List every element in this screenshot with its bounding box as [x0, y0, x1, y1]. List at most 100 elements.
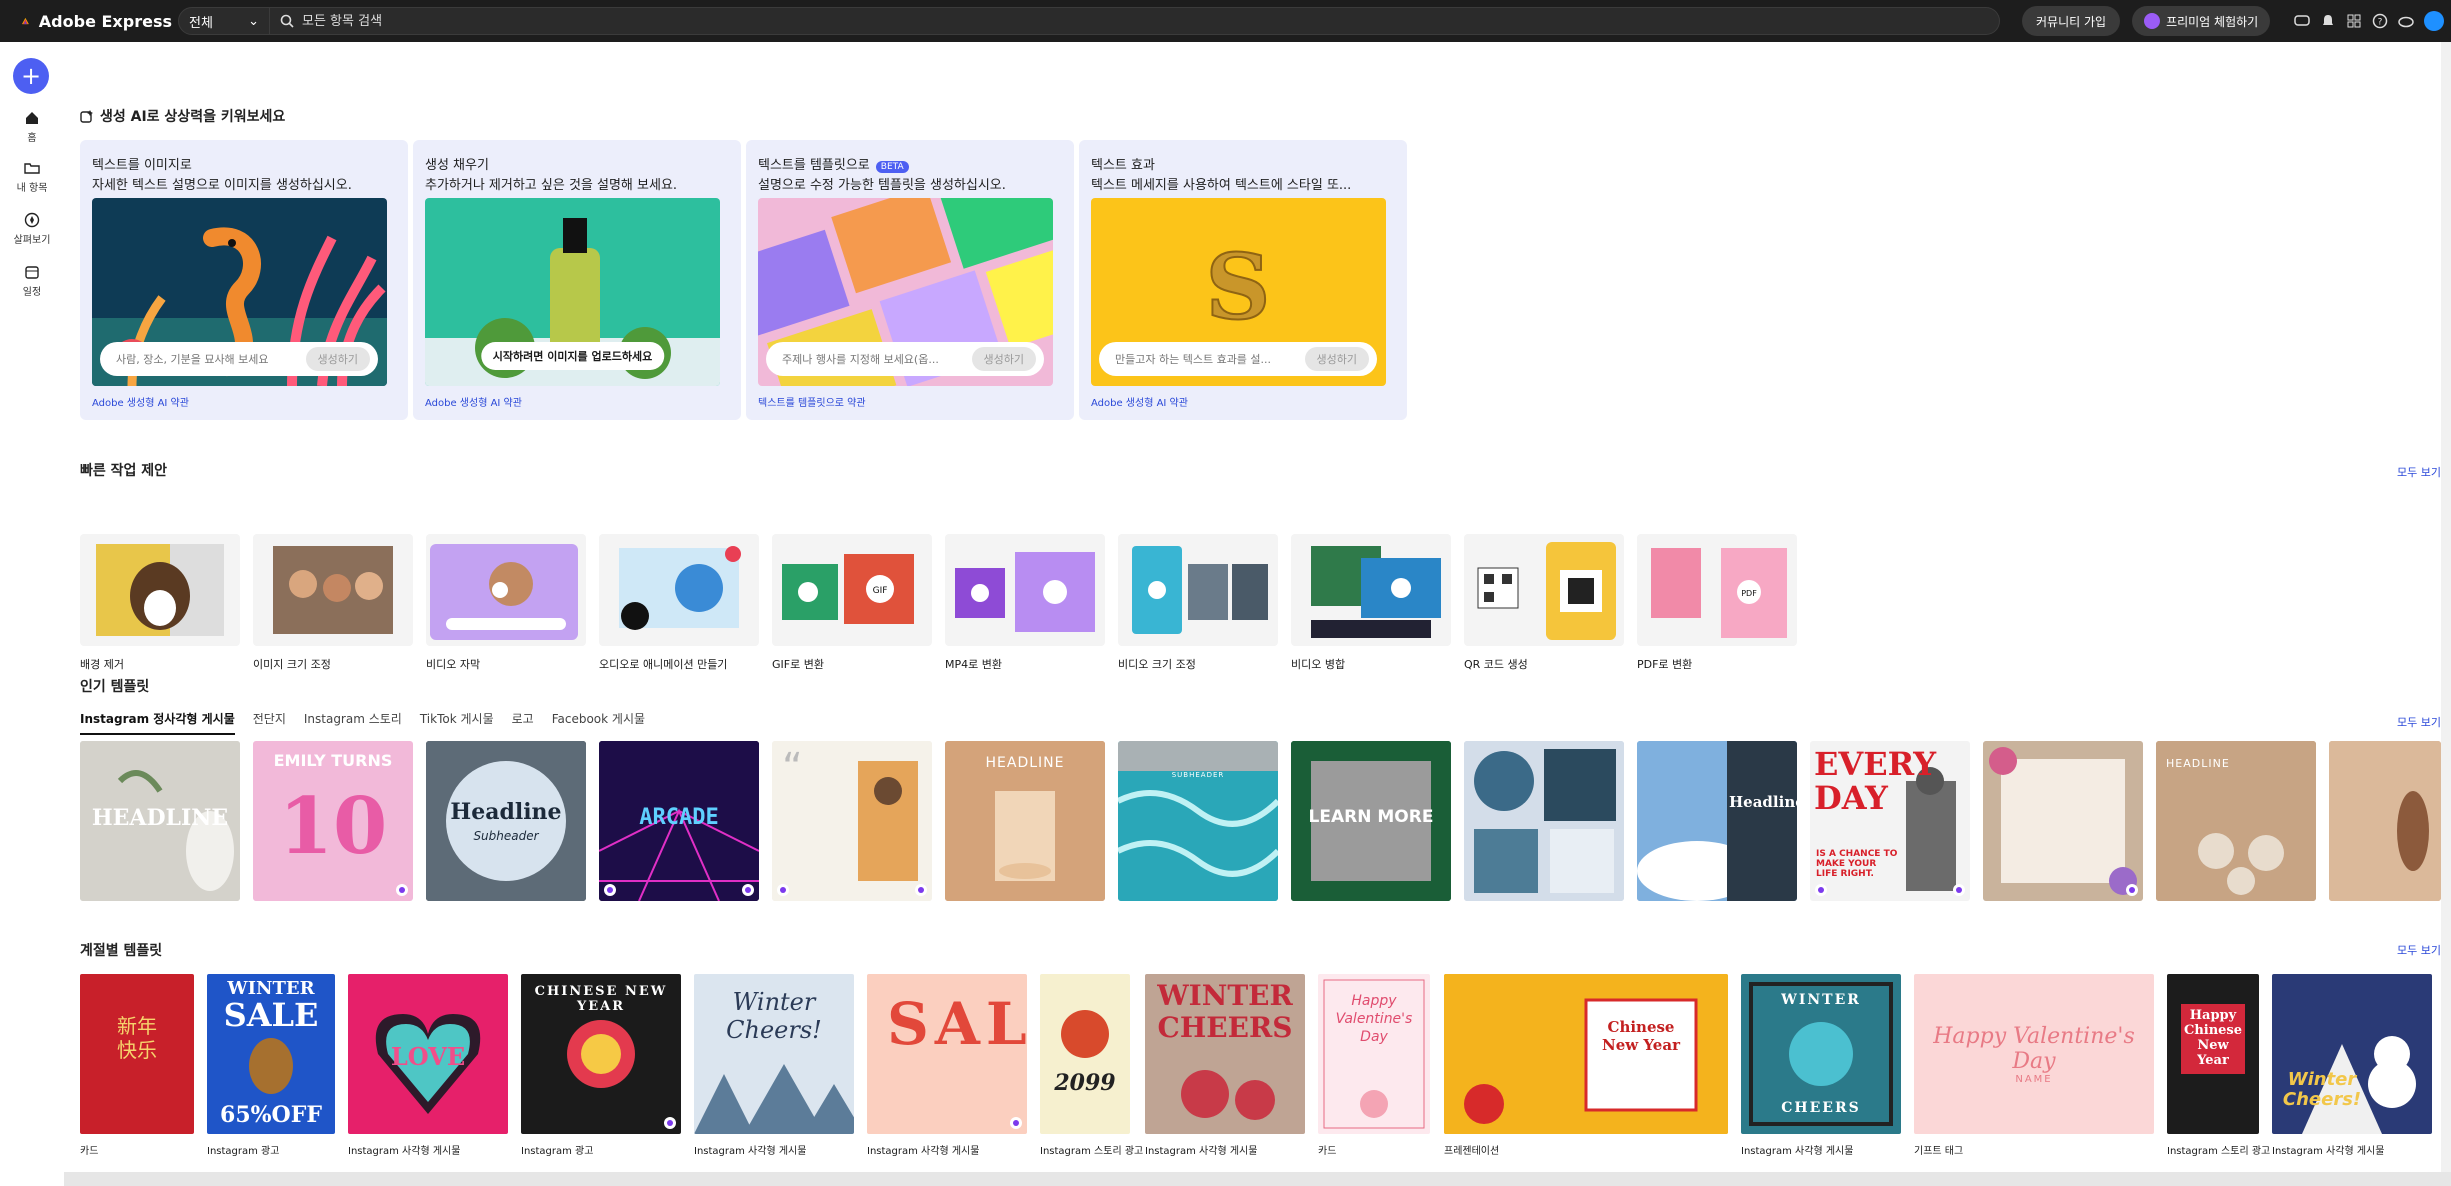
- template-card[interactable]: HEADLINE: [945, 741, 1105, 901]
- horizontal-scrollbar[interactable]: [64, 1172, 2451, 1186]
- template-card[interactable]: Winter Cheers!: [2272, 974, 2432, 1134]
- template-text: Winter Cheers!: [2282, 1069, 2362, 1110]
- generate-button[interactable]: 생성하기: [1304, 347, 1369, 371]
- generate-button[interactable]: 생성하기: [305, 347, 370, 371]
- quick-action-video-captions[interactable]: 비디오 자막: [426, 534, 586, 672]
- seasonal-see-all-link[interactable]: 모두 보기: [2397, 942, 2441, 958]
- app-logo[interactable]: Adobe Express: [22, 11, 172, 31]
- template-card[interactable]: Headline: [1637, 741, 1797, 901]
- template-label: Instagram 사각형 게시물: [1145, 1146, 1258, 1157]
- tab-facebook-post[interactable]: Facebook 게시물: [552, 710, 645, 735]
- search-input[interactable]: [302, 13, 1902, 29]
- rail-item-discover[interactable]: 살펴보기: [0, 212, 64, 246]
- template-card[interactable]: Happy Valentine's Day: [1318, 974, 1430, 1134]
- template-text: 65%OFF: [220, 1102, 322, 1128]
- template-card[interactable]: LEARN MORE: [1291, 741, 1451, 901]
- tab-logo[interactable]: 로고: [512, 710, 534, 735]
- template-card[interactable]: Happy Chinese New Year: [2167, 974, 2259, 1134]
- rail-item-schedule[interactable]: 일정: [0, 264, 64, 298]
- rail-item-home[interactable]: 홈: [0, 110, 64, 144]
- try-premium-button[interactable]: 프리미엄 체험하기: [2132, 6, 2271, 36]
- chevron-down-icon: ⌄: [248, 13, 259, 29]
- ai-card-text-to-image[interactable]: 텍스트를 이미지로 자세한 텍스트 설명으로 이미지를 생성하십시오. 사람, …: [80, 140, 408, 420]
- template-text: 新年快乐: [117, 1014, 157, 1062]
- template-card[interactable]: 2099: [1040, 974, 1130, 1134]
- template-card[interactable]: WINTER SALE 65%OFF: [207, 974, 335, 1134]
- help-icon[interactable]: ?: [2372, 13, 2388, 29]
- generate-button[interactable]: 생성하기: [971, 347, 1036, 371]
- bell-icon[interactable]: [2320, 13, 2336, 29]
- quick-action-generate-qr[interactable]: QR 코드 생성: [1464, 534, 1624, 672]
- quick-actions-see-all-link[interactable]: 모두 보기: [2397, 464, 2441, 480]
- premium-badge-icon: [1953, 884, 1965, 896]
- template-card[interactable]: 新年快乐: [80, 974, 194, 1134]
- ai-card-text-to-template[interactable]: 텍스트를 템플릿으로 BETA 설명으로 수정 가능한 템플릿을 생성하십시오. …: [746, 140, 1074, 420]
- animated-badge-icon: [777, 884, 789, 896]
- quick-action-resize-video[interactable]: 비디오 크기 조정: [1118, 534, 1278, 672]
- template-card[interactable]: EVERY DAY IS A CHANCE TO MAKE YOUR LIFE …: [1810, 741, 1970, 901]
- template-card[interactable]: Chinese New Year: [1444, 974, 1728, 1134]
- join-community-button[interactable]: 커뮤니티 가입: [2022, 6, 2121, 36]
- template-card[interactable]: SUBHEADER: [1118, 741, 1278, 901]
- quick-action-convert-to-mp4[interactable]: MP4로 변환: [945, 534, 1105, 672]
- quick-action-resize-image[interactable]: 이미지 크기 조정: [253, 534, 413, 672]
- template-card[interactable]: WINTER CHEERS: [1741, 974, 1901, 1134]
- template-card[interactable]: [2329, 741, 2441, 901]
- search-bar[interactable]: [270, 7, 2000, 35]
- vertical-scrollbar[interactable]: [2441, 42, 2451, 1172]
- template-card[interactable]: CHINESE NEW YEAR: [521, 974, 681, 1134]
- popular-see-all-link[interactable]: 모두 보기: [2397, 714, 2441, 730]
- template-label: Instagram 사각형 게시물: [1741, 1146, 1854, 1157]
- svg-text:S: S: [1206, 234, 1271, 340]
- terms-link[interactable]: Adobe 생성형 AI 약관: [425, 394, 522, 409]
- search-icon: [280, 14, 294, 28]
- template-card[interactable]: [1983, 741, 2143, 901]
- rail-item-my-stuff[interactable]: 내 항목: [0, 160, 64, 194]
- quick-action-merge-videos[interactable]: 비디오 병합: [1291, 534, 1451, 672]
- tab-tiktok-post[interactable]: TikTok 게시물: [420, 710, 494, 735]
- template-card[interactable]: “: [772, 741, 932, 901]
- quick-action-remove-background[interactable]: 배경 제거: [80, 534, 240, 672]
- template-card[interactable]: [1464, 741, 1624, 901]
- ai-prompt-placeholder: 주제나 행사를 지정해 보세요(옵...: [782, 353, 939, 366]
- terms-link[interactable]: Adobe 생성형 AI 약관: [92, 394, 189, 409]
- ai-card-generative-fill[interactable]: 생성 채우기 추가하거나 제거하고 싶은 것을 설명해 보세요. 시작하려면 이…: [413, 140, 741, 420]
- apps-grid-icon[interactable]: [2346, 13, 2362, 29]
- template-card[interactable]: EMILY TURNS 10: [253, 741, 413, 901]
- chat-icon[interactable]: [2294, 13, 2310, 29]
- calendar-icon: [25, 266, 39, 279]
- terms-link[interactable]: 텍스트를 템플릿으로 약관: [758, 394, 866, 409]
- template-card[interactable]: LOVE: [348, 974, 508, 1134]
- quick-action-label: 비디오 병합: [1291, 658, 1346, 671]
- ai-prompt-input[interactable]: 사람, 장소, 기분을 묘사해 보세요 생성하기: [100, 342, 378, 376]
- tab-instagram-square[interactable]: Instagram 정사각형 게시물: [80, 710, 235, 735]
- template-card[interactable]: SALE: [867, 974, 1027, 1134]
- avatar[interactable]: [2424, 11, 2445, 31]
- ai-prompt-input[interactable]: 만들고자 하는 텍스트 효과를 설... 생성하기: [1099, 342, 1377, 376]
- quick-action-convert-to-pdf[interactable]: PDF PDF로 변환: [1637, 534, 1797, 672]
- template-label: 카드: [1318, 1146, 1337, 1157]
- ai-card-text-effects[interactable]: 텍스트 효과 텍스트 메세지를 사용하여 텍스트에 스타일 또... S 만들고…: [1079, 140, 1407, 420]
- template-card[interactable]: Winter Cheers!: [694, 974, 854, 1134]
- terms-link[interactable]: Adobe 생성형 AI 약관: [1091, 394, 1188, 409]
- upload-image-button[interactable]: 시작하려면 이미지를 업로드하세요: [480, 342, 665, 370]
- beta-badge: BETA: [875, 161, 909, 173]
- template-card[interactable]: WINTER CHEERS: [1145, 974, 1305, 1134]
- tab-instagram-story[interactable]: Instagram 스토리: [304, 710, 402, 735]
- create-new-button[interactable]: +: [13, 58, 49, 94]
- quick-action-convert-to-gif[interactable]: GIF GIF로 변환: [772, 534, 932, 672]
- tab-flyer[interactable]: 전단지: [253, 710, 286, 735]
- template-card[interactable]: ARCADE: [599, 741, 759, 901]
- template-card[interactable]: HEADLINE: [80, 741, 240, 901]
- ai-section-title-text: 생성 AI로 상상력을 키워보세요: [100, 109, 286, 125]
- ai-prompt-input[interactable]: 주제나 행사를 지정해 보세요(옵... 생성하기: [766, 342, 1044, 376]
- convert-gif-thumbnail: GIF: [772, 534, 932, 646]
- template-text: Subheader: [473, 829, 539, 843]
- quick-action-animate-from-audio[interactable]: 오디오로 애니메이션 만들기: [599, 534, 759, 672]
- cloud-icon[interactable]: [2398, 13, 2414, 29]
- template-card[interactable]: HEADLINE: [2156, 741, 2316, 901]
- search-scope-select[interactable]: 전체 ⌄: [178, 7, 270, 35]
- video-badge-icon: [1815, 884, 1827, 896]
- template-card[interactable]: Headline Subheader: [426, 741, 586, 901]
- template-card[interactable]: Happy Valentine's Day NAME: [1914, 974, 2154, 1134]
